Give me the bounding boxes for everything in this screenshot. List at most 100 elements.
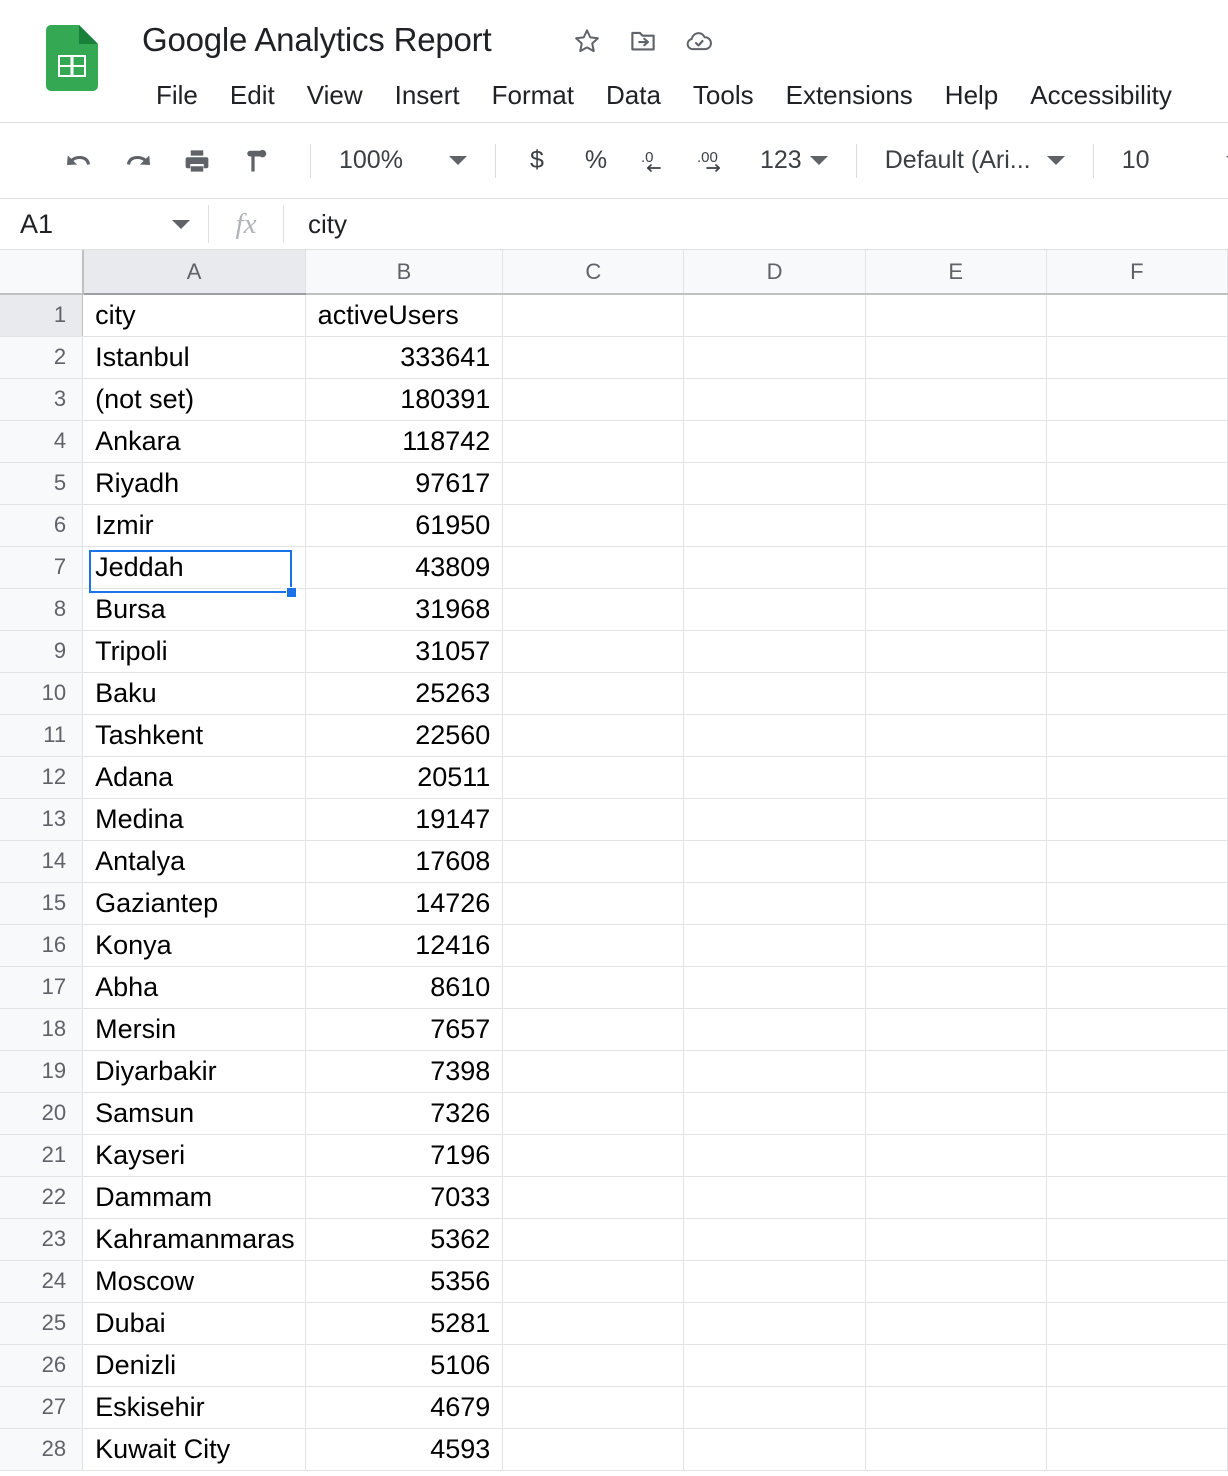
cell-A14[interactable]: Antalya xyxy=(82,840,306,883)
cell-C1[interactable] xyxy=(502,294,685,337)
cell-C15[interactable] xyxy=(502,882,685,925)
cell-D25[interactable] xyxy=(683,1302,866,1345)
cell-D13[interactable] xyxy=(683,798,866,841)
cell-B14[interactable]: 17608 xyxy=(305,840,504,883)
cell-A25[interactable]: Dubai xyxy=(82,1302,306,1345)
row-header-20[interactable]: 20 xyxy=(0,1092,84,1135)
cell-E12[interactable] xyxy=(865,756,1047,799)
cell-D10[interactable] xyxy=(683,672,866,715)
row-header-24[interactable]: 24 xyxy=(0,1260,84,1303)
move-to-folder-icon[interactable] xyxy=(628,26,658,56)
cell-D22[interactable] xyxy=(683,1176,866,1219)
cell-C14[interactable] xyxy=(502,840,685,883)
cell-A10[interactable]: Baku xyxy=(82,672,306,715)
cell-F8[interactable] xyxy=(1046,588,1228,631)
menu-item-file[interactable]: File xyxy=(140,76,214,114)
cell-B6[interactable]: 61950 xyxy=(305,504,504,547)
cell-F2[interactable] xyxy=(1046,336,1228,379)
cell-B27[interactable]: 4679 xyxy=(305,1386,504,1429)
cell-C17[interactable] xyxy=(502,966,685,1009)
cell-C7[interactable] xyxy=(502,546,685,589)
column-header-d[interactable]: D xyxy=(683,250,866,295)
cell-E8[interactable] xyxy=(865,588,1047,631)
row-header-16[interactable]: 16 xyxy=(0,924,84,967)
cell-D18[interactable] xyxy=(683,1008,866,1051)
cell-A27[interactable]: Eskisehir xyxy=(82,1386,306,1429)
cell-C22[interactable] xyxy=(502,1176,685,1219)
row-header-27[interactable]: 27 xyxy=(0,1386,84,1429)
cell-F11[interactable] xyxy=(1046,714,1228,757)
cell-C25[interactable] xyxy=(502,1302,685,1345)
cell-E7[interactable] xyxy=(865,546,1047,589)
row-header-22[interactable]: 22 xyxy=(0,1176,84,1219)
cell-E26[interactable] xyxy=(865,1344,1047,1387)
cell-A4[interactable]: Ankara xyxy=(82,420,306,463)
cell-F22[interactable] xyxy=(1046,1176,1228,1219)
cell-A1[interactable]: city xyxy=(82,294,306,337)
cell-D28[interactable] xyxy=(683,1428,866,1471)
cell-A3[interactable]: (not set) xyxy=(82,378,306,421)
print-button[interactable] xyxy=(174,138,220,184)
cell-E1[interactable] xyxy=(865,294,1047,337)
cell-C24[interactable] xyxy=(502,1260,685,1303)
cell-F23[interactable] xyxy=(1046,1218,1228,1261)
row-header-9[interactable]: 9 xyxy=(0,630,84,673)
cell-B19[interactable]: 7398 xyxy=(305,1050,504,1093)
cell-E13[interactable] xyxy=(865,798,1047,841)
cell-C21[interactable] xyxy=(502,1134,685,1177)
cell-D15[interactable] xyxy=(683,882,866,925)
cell-D2[interactable] xyxy=(683,336,866,379)
cell-A9[interactable]: Tripoli xyxy=(82,630,306,673)
cell-F13[interactable] xyxy=(1046,798,1228,841)
cell-A24[interactable]: Moscow xyxy=(82,1260,306,1303)
row-header-2[interactable]: 2 xyxy=(0,336,84,379)
cell-E24[interactable] xyxy=(865,1260,1047,1303)
cell-D5[interactable] xyxy=(683,462,866,505)
cell-E19[interactable] xyxy=(865,1050,1047,1093)
cell-D23[interactable] xyxy=(683,1218,866,1261)
cell-C4[interactable] xyxy=(502,420,685,463)
more-formats-select[interactable]: 123 xyxy=(750,138,838,184)
cell-B17[interactable]: 8610 xyxy=(305,966,504,1009)
row-header-5[interactable]: 5 xyxy=(0,462,84,505)
cell-F4[interactable] xyxy=(1046,420,1228,463)
cell-C12[interactable] xyxy=(502,756,685,799)
cell-A7[interactable]: Jeddah xyxy=(82,546,306,589)
cell-E15[interactable] xyxy=(865,882,1047,925)
cell-F17[interactable] xyxy=(1046,966,1228,1009)
cell-D6[interactable] xyxy=(683,504,866,547)
formula-input[interactable]: city xyxy=(284,199,1228,249)
cell-B7[interactable]: 43809 xyxy=(305,546,504,589)
cell-E27[interactable] xyxy=(865,1386,1047,1429)
row-header-28[interactable]: 28 xyxy=(0,1428,84,1471)
cell-E21[interactable] xyxy=(865,1134,1047,1177)
cloud-saved-icon[interactable] xyxy=(684,26,714,56)
cell-A16[interactable]: Konya xyxy=(82,924,306,967)
increase-decimal-button[interactable]: .00 xyxy=(691,138,737,184)
cell-B4[interactable]: 118742 xyxy=(305,420,504,463)
cell-B28[interactable]: 4593 xyxy=(305,1428,504,1471)
cell-F9[interactable] xyxy=(1046,630,1228,673)
cell-E2[interactable] xyxy=(865,336,1047,379)
row-header-26[interactable]: 26 xyxy=(0,1344,84,1387)
menu-item-data[interactable]: Data xyxy=(590,76,677,114)
cell-A23[interactable]: Kahramanmaras xyxy=(82,1218,306,1261)
cell-F5[interactable] xyxy=(1046,462,1228,505)
cell-A18[interactable]: Mersin xyxy=(82,1008,306,1051)
cell-A11[interactable]: Tashkent xyxy=(82,714,306,757)
row-header-15[interactable]: 15 xyxy=(0,882,84,925)
cell-E25[interactable] xyxy=(865,1302,1047,1345)
cell-F12[interactable] xyxy=(1046,756,1228,799)
cell-A5[interactable]: Riyadh xyxy=(82,462,306,505)
cell-D3[interactable] xyxy=(683,378,866,421)
cell-A2[interactable]: Istanbul xyxy=(82,336,306,379)
cell-B1[interactable]: activeUsers xyxy=(305,294,504,337)
cell-E20[interactable] xyxy=(865,1092,1047,1135)
cell-C28[interactable] xyxy=(502,1428,685,1471)
cell-E23[interactable] xyxy=(865,1218,1047,1261)
fill-handle[interactable] xyxy=(286,587,297,598)
cell-A6[interactable]: Izmir xyxy=(82,504,306,547)
cell-C9[interactable] xyxy=(502,630,685,673)
cell-F19[interactable] xyxy=(1046,1050,1228,1093)
cell-A17[interactable]: Abha xyxy=(82,966,306,1009)
